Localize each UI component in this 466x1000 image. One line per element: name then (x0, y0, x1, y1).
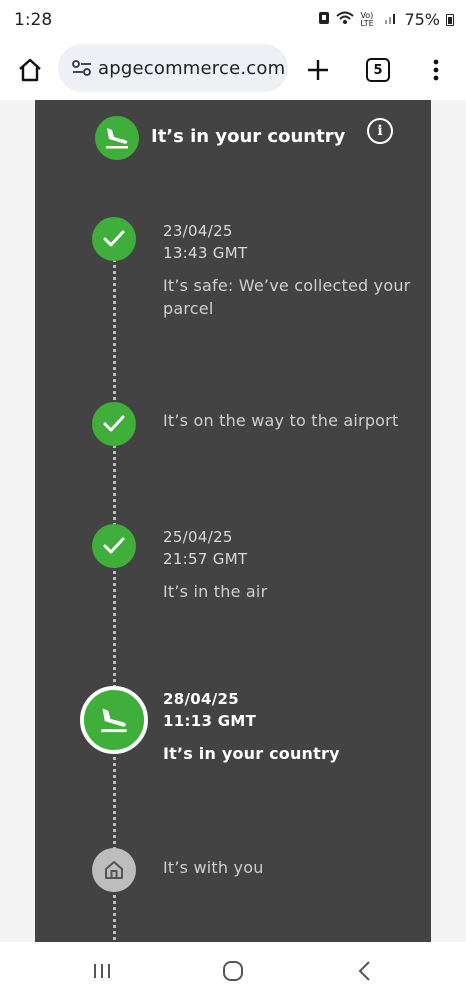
system-home-button[interactable] (213, 954, 253, 988)
tab-count: 5 (366, 58, 390, 82)
home-button[interactable] (6, 40, 54, 100)
web-page: It’s in your country i 23/04/25 13:43 GM… (0, 100, 466, 942)
tracking-header: It’s in your country i (35, 114, 431, 160)
info-button[interactable]: i (367, 118, 393, 144)
status-icons: Vo) LTE 75% (318, 10, 454, 29)
timeline-step-1-time: 13:43 GMT (163, 244, 248, 262)
timeline-step-3-time: 21:57 GMT (163, 550, 248, 568)
timeline-step-1-badge (92, 217, 136, 261)
plane-landing-icon (106, 128, 128, 149)
home-icon (19, 58, 41, 82)
home-circle-icon (223, 961, 243, 981)
more-vert-icon (433, 59, 439, 81)
timeline-step-4-description: It’s in your country (163, 744, 340, 763)
status-time: 1:28 (14, 10, 53, 30)
timeline-step-3-description: It’s in the air (163, 582, 268, 601)
back-button[interactable] (344, 954, 384, 988)
battery-icon (446, 13, 454, 26)
status-bar: 1:28 Vo) LTE 75% (0, 0, 466, 40)
check-icon (103, 415, 125, 432)
info-icon: i (377, 123, 383, 139)
tracking-panel: It’s in your country i 23/04/25 13:43 GM… (35, 100, 431, 942)
status-title: It’s in your country (151, 126, 346, 147)
timeline-step-1-date: 23/04/25 (163, 222, 233, 240)
timeline-step-2-badge (92, 402, 136, 446)
back-chevron-icon (358, 961, 370, 981)
timeline-connector (113, 240, 116, 942)
url-text: apgecommerce.com (98, 57, 286, 79)
plus-icon (308, 60, 328, 80)
check-icon (103, 537, 125, 554)
timeline-step-4-time: 11:13 GMT (163, 712, 257, 730)
recent-apps-icon (94, 964, 110, 978)
timeline-step-2-description: It’s on the way to the airport (163, 411, 399, 430)
notification-icon (318, 11, 330, 29)
battery-percent: 75% (404, 10, 440, 29)
plane-landing-icon (101, 708, 127, 733)
new-tab-button[interactable] (294, 40, 342, 100)
timeline-step-4-date: 28/04/25 (163, 690, 239, 708)
status-badge (95, 116, 139, 160)
timeline-step-4-badge (80, 686, 148, 754)
address-bar[interactable]: apgecommerce.com (58, 44, 288, 92)
timeline-step-3-badge (92, 524, 136, 568)
overflow-menu-button[interactable] (412, 40, 460, 100)
volte-icon: Vo) LTE (360, 10, 374, 28)
system-nav-bar (0, 942, 466, 1000)
recent-apps-button[interactable] (82, 954, 122, 988)
timeline-step-1-description: It’s safe: We’ve collected your parcel (163, 276, 411, 318)
browser-toolbar: apgecommerce.com 5 (0, 40, 466, 100)
signal-icon (384, 11, 398, 29)
site-settings-icon[interactable] (68, 54, 96, 82)
timeline-step-5-badge (92, 848, 136, 892)
timeline-step-3-date: 25/04/25 (163, 528, 233, 546)
house-icon (105, 861, 123, 879)
tab-switcher-button[interactable]: 5 (354, 40, 402, 100)
timeline-step-5-description: It’s with you (163, 858, 264, 877)
check-icon (103, 230, 125, 247)
wifi-icon (336, 11, 355, 29)
